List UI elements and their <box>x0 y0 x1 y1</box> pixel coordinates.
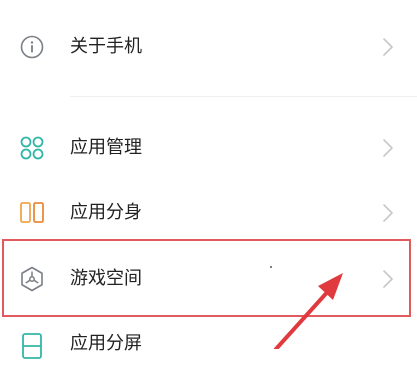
settings-item-app-management[interactable]: 应用管理 <box>0 119 417 179</box>
app-clone-icon <box>19 200 45 226</box>
chevron-right-icon <box>381 202 395 224</box>
divider <box>70 96 417 97</box>
highlight-box <box>2 239 411 317</box>
speck <box>270 266 272 268</box>
info-icon <box>19 34 45 60</box>
app-grid-icon <box>19 135 45 161</box>
chevron-right-icon <box>381 137 395 159</box>
settings-item-label: 应用管理 <box>70 137 142 158</box>
settings-item-label: 关于手机 <box>70 36 142 57</box>
chevron-right-icon <box>381 36 395 58</box>
settings-item-label: 应用分屏 <box>70 333 142 354</box>
split-screen-icon <box>19 333 45 359</box>
settings-item-app-clone[interactable]: 应用分身 <box>0 183 417 243</box>
settings-item-about-phone[interactable]: 关于手机 <box>0 17 417 77</box>
settings-item-split-screen[interactable]: 应用分屏 <box>0 319 417 379</box>
settings-item-label: 应用分身 <box>70 202 142 223</box>
